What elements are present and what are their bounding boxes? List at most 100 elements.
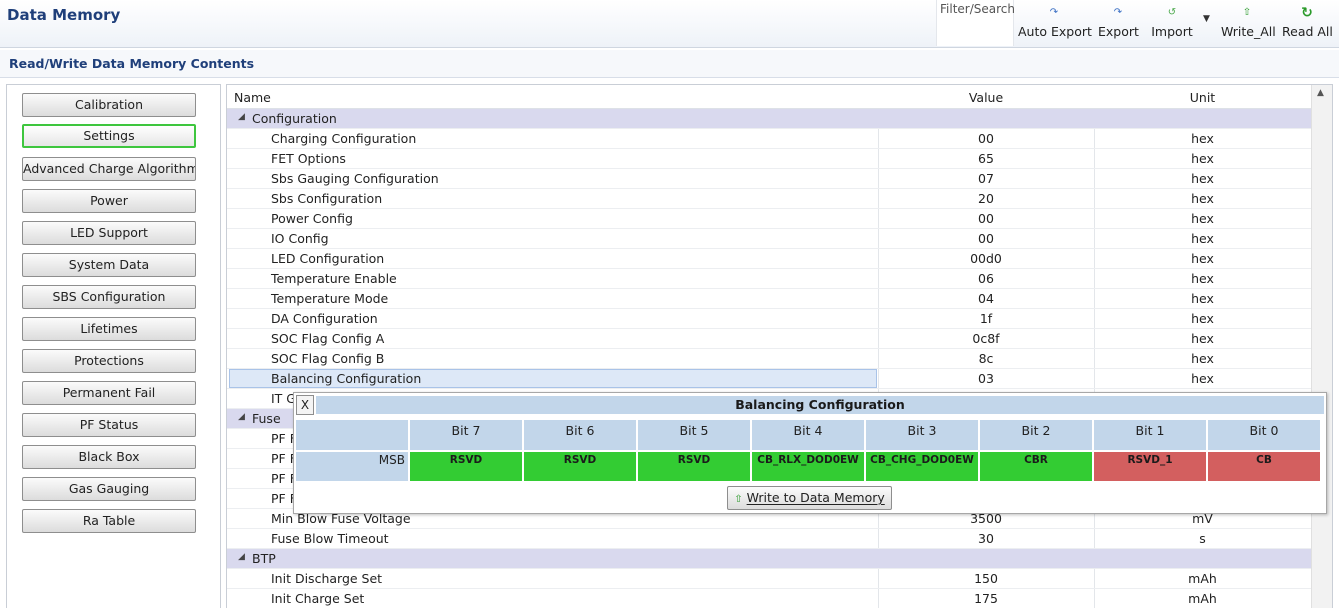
read-all-button[interactable]: ↻ Read All	[1282, 4, 1333, 42]
row-value[interactable]: 30	[878, 531, 1094, 546]
row-value[interactable]: 03	[878, 371, 1094, 386]
close-button[interactable]: X	[296, 395, 314, 415]
row-name: Charging Configuration	[271, 131, 417, 146]
row-name: Power Config	[271, 211, 353, 226]
import-button[interactable]: ↺ Import	[1151, 4, 1193, 42]
row-unit: hex	[1191, 331, 1214, 346]
row-value[interactable]: 04	[878, 291, 1094, 306]
vertical-scrollbar[interactable]: ▲	[1311, 85, 1332, 608]
table-row[interactable]: SOC Flag Config B 8c hex	[227, 349, 1311, 369]
write-arrow-icon: ⇧	[734, 494, 743, 505]
write-to-data-memory-button[interactable]: ⇧ Write to Data Memory	[727, 486, 892, 510]
row-value[interactable]: 175	[878, 591, 1094, 606]
row-name: Fuse	[252, 411, 281, 426]
filter-search-input[interactable]: Filter/Search	[936, 0, 1015, 46]
nav-pf-status-button[interactable]: PF Status	[22, 413, 196, 437]
nav-protections-button[interactable]: Protections	[22, 349, 196, 373]
bit-header: Bit 2	[980, 420, 1093, 450]
nav-power-button[interactable]: Power	[22, 189, 196, 213]
bit-toggle-cell[interactable]: CB	[1208, 452, 1321, 481]
bit-header: Bit 3	[866, 420, 979, 450]
row-value[interactable]: 20	[878, 191, 1094, 206]
nav-advanced-charge-algorithm-button[interactable]: Advanced Charge Algorithm	[22, 157, 196, 181]
bit-toggle-cell[interactable]: RSVD	[410, 452, 523, 481]
section-bar: Read/Write Data Memory Contents	[0, 50, 1339, 78]
bit-toggle-cell[interactable]: CB_RLX_DOD0EW	[752, 452, 865, 481]
table-row[interactable]: Sbs Configuration 20 hex	[227, 189, 1311, 209]
collapse-triangle-icon[interactable]: ◢	[238, 552, 245, 562]
nav-settings-button[interactable]: Settings	[22, 124, 196, 148]
auto-export-button[interactable]: ↷ Auto Export	[1018, 4, 1092, 42]
table-row[interactable]: LED Configuration 00d0 hex	[227, 249, 1311, 269]
table-row[interactable]: Charging Configuration 00 hex	[227, 129, 1311, 149]
nav-calibration-button[interactable]: Calibration	[22, 93, 196, 117]
nav-led-support-button[interactable]: LED Support	[22, 221, 196, 245]
import-dropdown-arrow-icon[interactable]: ▼	[1203, 14, 1210, 24]
nav-black-box-button[interactable]: Black Box	[22, 445, 196, 469]
write-to-data-memory-label: Write to Data Memory	[746, 490, 885, 505]
bit-header: Bit 7	[410, 420, 523, 450]
table-row[interactable]: Sbs Gauging Configuration 07 hex	[227, 169, 1311, 189]
table-row[interactable]: SOC Flag Config A 0c8f hex	[227, 329, 1311, 349]
bit-toggle-cell[interactable]: RSVD	[524, 452, 637, 481]
bit-toggle-cell[interactable]: RSVD	[638, 452, 751, 481]
row-unit: hex	[1191, 351, 1214, 366]
table-row[interactable]: Balancing Configuration 03 hex	[227, 369, 1311, 389]
bit-header: Bit 6	[524, 420, 637, 450]
row-unit: mAh	[1188, 591, 1217, 606]
import-icon: ↺	[1167, 7, 1177, 18]
nav-ra-table-button[interactable]: Ra Table	[22, 509, 196, 533]
app-header: Data Memory Filter/Search ↷ Auto Export …	[0, 0, 1339, 48]
nav-system-data-button[interactable]: System Data	[22, 253, 196, 277]
row-unit: mAh	[1188, 571, 1217, 586]
table-row[interactable]: Init Charge Set 175 mAh	[227, 589, 1311, 608]
table-group-row[interactable]: ◢ Configuration	[227, 109, 1311, 129]
table-row[interactable]: Temperature Mode 04 hex	[227, 289, 1311, 309]
nav-sbs-configuration-button[interactable]: SBS Configuration	[22, 285, 196, 309]
column-header-name[interactable]: Name	[234, 90, 271, 105]
table-row[interactable]: Fuse Blow Timeout 30 s	[227, 529, 1311, 549]
write-all-button[interactable]: ⇧ Write_All	[1221, 4, 1276, 42]
row-value[interactable]: 0c8f	[878, 331, 1094, 346]
row-value[interactable]: 00d0	[878, 251, 1094, 266]
row-value[interactable]: 06	[878, 271, 1094, 286]
page-title: Data Memory	[7, 6, 121, 24]
row-name: IO Config	[271, 231, 329, 246]
table-row[interactable]: Temperature Enable 06 hex	[227, 269, 1311, 289]
write-all-icon: ⇧	[1242, 7, 1252, 18]
row-value[interactable]: 8c	[878, 351, 1094, 366]
row-name: Temperature Enable	[271, 271, 397, 286]
column-header-unit[interactable]: Unit	[1094, 90, 1311, 105]
scroll-up-arrow-icon[interactable]: ▲	[1317, 88, 1324, 98]
popup-title: Balancing Configuration	[316, 396, 1324, 414]
row-value[interactable]: 07	[878, 171, 1094, 186]
bit-editor-popup: X Balancing Configuration MSB Bit 7 Bit 6…	[293, 392, 1327, 514]
bit-toggle-cell[interactable]: CB_CHG_DOD0EW	[866, 452, 979, 481]
collapse-triangle-icon[interactable]: ◢	[238, 412, 245, 422]
row-name: BTP	[252, 551, 276, 566]
export-button[interactable]: ↷ Export	[1098, 4, 1139, 42]
table-group-row[interactable]: ◢ BTP	[227, 549, 1311, 569]
bit-toggle-cell[interactable]: RSVD_1	[1094, 452, 1207, 481]
bit-header: Bit 5	[638, 420, 751, 450]
nav-gas-gauging-button[interactable]: Gas Gauging	[22, 477, 196, 501]
collapse-triangle-icon[interactable]: ◢	[238, 112, 245, 122]
row-value[interactable]: 65	[878, 151, 1094, 166]
table-row[interactable]: IO Config 00 hex	[227, 229, 1311, 249]
bit-header: Bit 1	[1094, 420, 1207, 450]
nav-permanent-fail-button[interactable]: Permanent Fail	[22, 381, 196, 405]
nav-lifetimes-button[interactable]: Lifetimes	[22, 317, 196, 341]
row-value[interactable]: 150	[878, 571, 1094, 586]
row-value[interactable]: 00	[878, 231, 1094, 246]
row-unit: hex	[1191, 291, 1214, 306]
table-row[interactable]: FET Options 65 hex	[227, 149, 1311, 169]
table-row[interactable]: Init Discharge Set 150 mAh	[227, 569, 1311, 589]
column-header-value[interactable]: Value	[878, 90, 1094, 105]
row-value[interactable]: 00	[878, 211, 1094, 226]
row-value[interactable]: 00	[878, 131, 1094, 146]
bit-toggle-cell[interactable]: CBR	[980, 452, 1093, 481]
table-row[interactable]: DA Configuration 1f hex	[227, 309, 1311, 329]
row-name: Sbs Configuration	[271, 191, 383, 206]
row-value[interactable]: 1f	[878, 311, 1094, 326]
table-row[interactable]: Power Config 00 hex	[227, 209, 1311, 229]
